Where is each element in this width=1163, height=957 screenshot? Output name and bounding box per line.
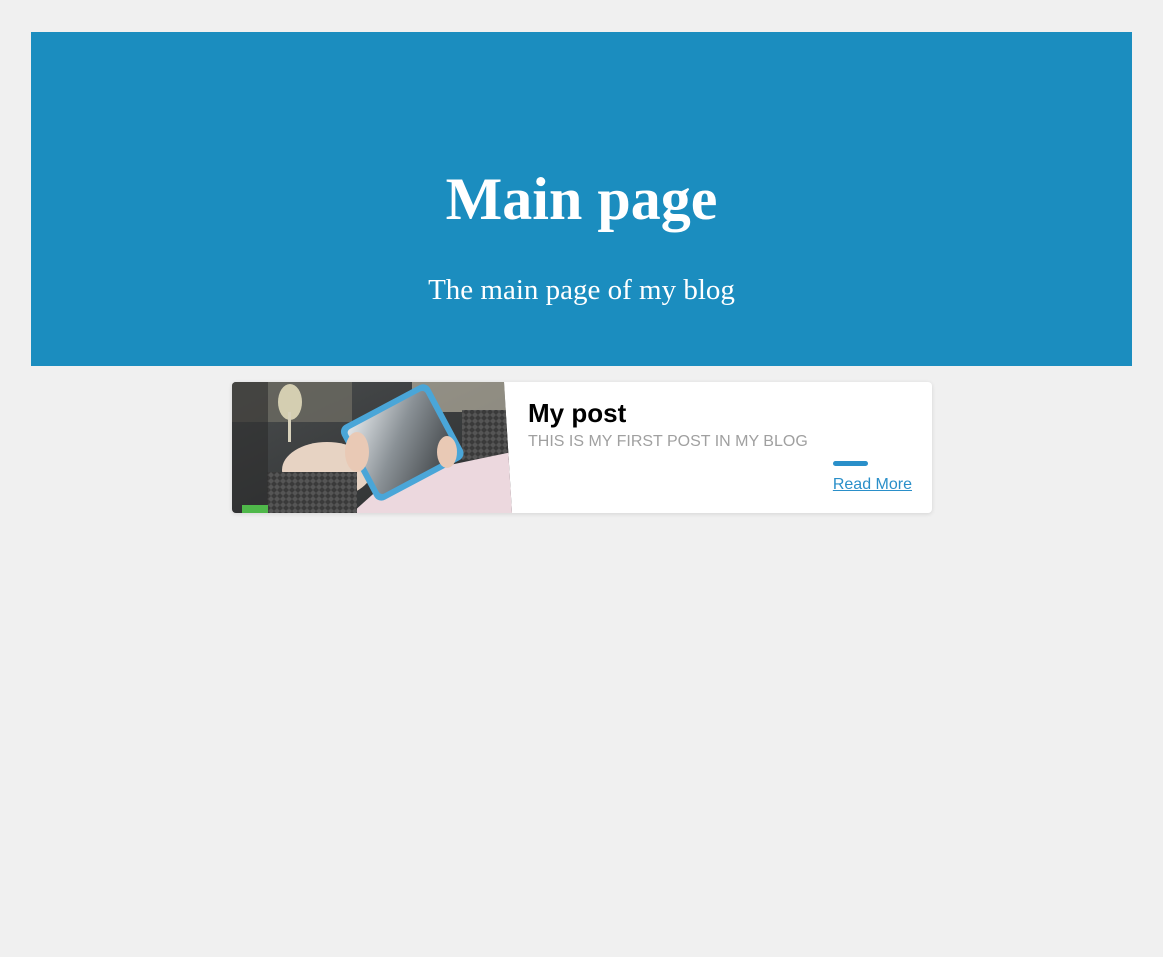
read-more-link[interactable]: Read More (833, 475, 912, 495)
accent-divider (833, 461, 868, 466)
page-header: Main page The main page of my blog (31, 32, 1132, 366)
post-thumbnail-image (232, 382, 512, 513)
tablet-photo-icon (232, 382, 512, 513)
page-subtitle: The main page of my blog (428, 274, 735, 306)
post-description: THIS IS MY FIRST POST IN MY BLOG (528, 433, 808, 450)
post-title: My post (528, 398, 627, 428)
post-card: My post THIS IS MY FIRST POST IN MY BLOG… (232, 382, 932, 513)
page-title: Main page (445, 166, 718, 232)
